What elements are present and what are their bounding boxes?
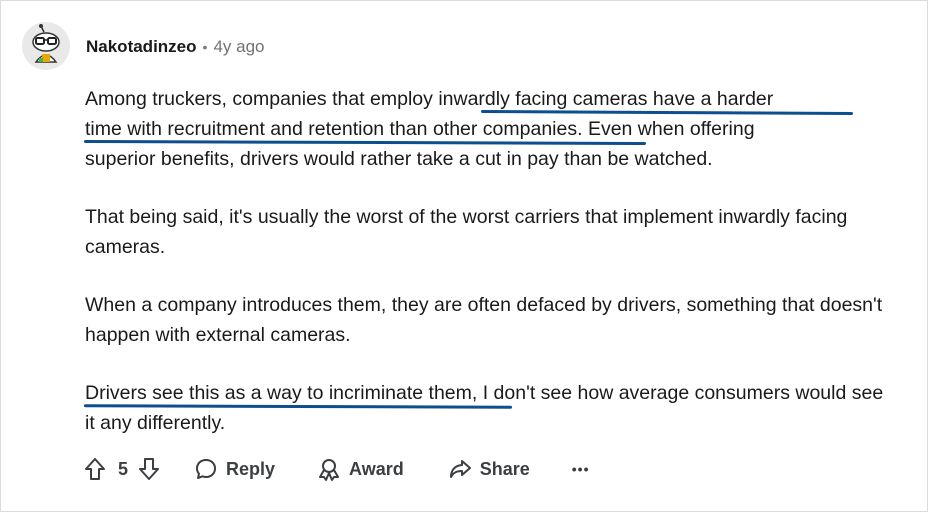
more-options-button[interactable]: ••• <box>572 461 590 477</box>
username[interactable]: Nakotadinzeo <box>86 37 197 57</box>
award-ribbon-icon <box>319 459 340 481</box>
paragraph-1: Among truckers, companies that employ in… <box>85 84 895 174</box>
p4-highlight: Drivers see this as a way to incriminate… <box>85 382 472 404</box>
user-avatar[interactable] <box>22 22 70 70</box>
share-label: Share <box>479 458 530 479</box>
comment-action-bar: 5 Reply Award Share ••• <box>84 454 589 484</box>
upvote-arrow-icon <box>85 458 105 480</box>
speech-bubble-icon <box>196 459 217 479</box>
p1-highlight-b: time with recruitment and retention than <box>85 118 433 140</box>
p1-text-c: . Even when offering <box>577 118 755 140</box>
timestamp[interactable]: 4y ago <box>213 37 264 57</box>
more-options-icon: ••• <box>571 461 590 477</box>
p1-highlight-a: inwardly facing cameras have a harder <box>438 88 774 110</box>
award-button[interactable]: Award <box>317 457 404 481</box>
downvote-button[interactable] <box>138 457 160 481</box>
p1-highlight-c: other companies <box>432 118 578 140</box>
meta-separator: • <box>202 39 208 55</box>
award-label: Award <box>349 458 404 479</box>
snoo-avatar-icon <box>22 22 70 70</box>
p1-text-a: Among truckers, companies that employ <box>85 88 439 110</box>
share-button[interactable]: Share <box>448 457 530 481</box>
downvote-arrow-icon <box>139 458 160 480</box>
comment-header: Nakotadinzeo • 4y ago <box>86 36 264 58</box>
paragraph-2: That being said, it's usually the worst … <box>85 206 848 258</box>
reply-button[interactable]: Reply <box>194 457 275 481</box>
vote-count: 5 <box>118 458 129 479</box>
reply-label: Reply <box>226 458 276 479</box>
upvote-button[interactable] <box>84 457 106 481</box>
paragraph-3: When a company introduces them, they are… <box>85 294 883 346</box>
p1-text-d: superior benefits, drivers would rather … <box>85 148 713 170</box>
share-arrow-icon <box>449 460 471 478</box>
